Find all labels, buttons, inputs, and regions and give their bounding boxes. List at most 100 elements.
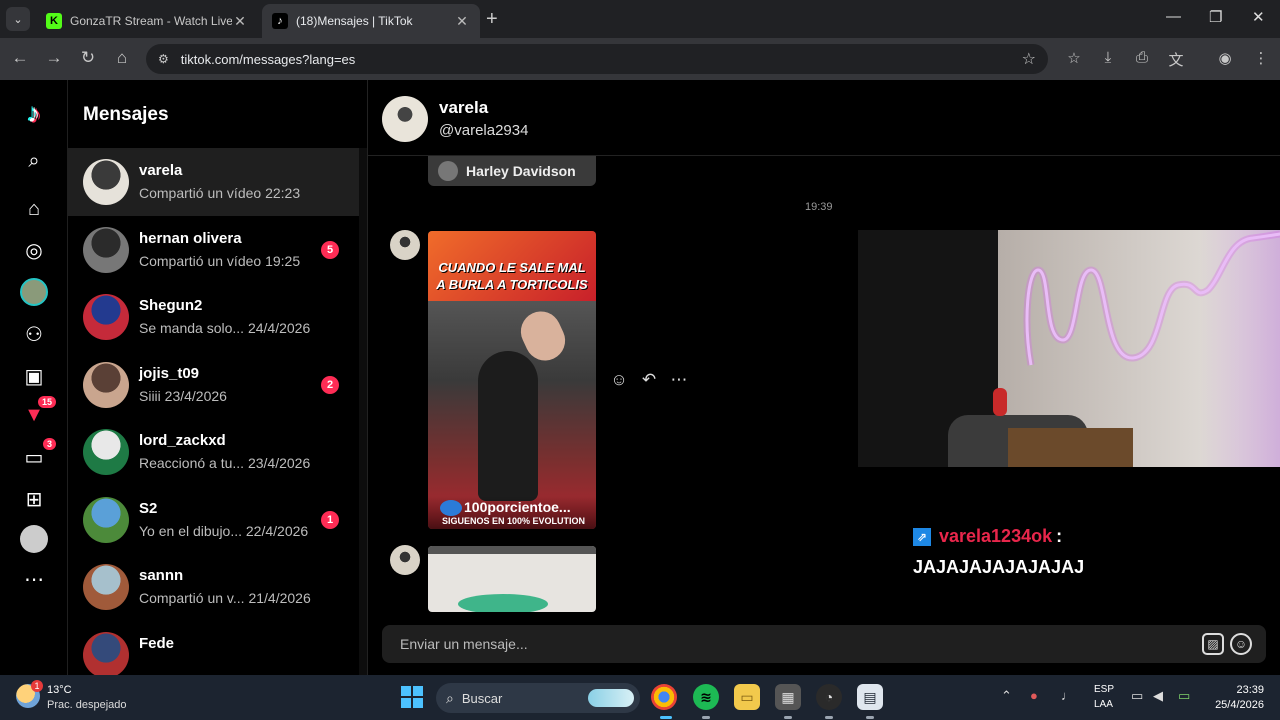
kick-badge-icon: ⇗ [913, 527, 931, 546]
weather-temperature[interactable]: 13°C [47, 684, 72, 696]
following-avatar-icon[interactable] [20, 278, 48, 306]
channel-logo-icon [440, 500, 462, 516]
tab-close-icon[interactable]: ✕ [454, 13, 470, 30]
address-bar[interactable]: ⚙ tiktok.com/messages?lang=es ☆ [146, 44, 1048, 74]
minimize-icon[interactable]: — [1166, 8, 1181, 25]
search-icon[interactable]: ⌕ [20, 147, 48, 175]
conversation-item[interactable]: Fede [68, 621, 359, 675]
messages-icon[interactable]: ▭ 3 [20, 438, 56, 471]
conversation-item[interactable]: lord_zackxd Reaccionó a tu... 23/4/2026 [68, 418, 359, 486]
live-tv-icon[interactable]: ▣ [20, 362, 48, 390]
windows-taskbar: 1 13°C Prac. despejado ⌕ Buscar ≋ ▭ ▦ ◔ … [0, 675, 1280, 720]
messages-badge: 3 [42, 438, 56, 450]
bookmark-star-icon[interactable]: ☆ [1022, 49, 1036, 69]
input-language[interactable]: ESP [1094, 684, 1114, 695]
running-app-indicator [702, 716, 710, 719]
profile-avatar[interactable] [20, 525, 48, 553]
message-input[interactable]: Enviar un mensaje... [400, 636, 1202, 652]
avatar[interactable] [382, 96, 428, 142]
conversation-item[interactable]: Shegun2 Se manda solo... 24/4/2026 [68, 283, 359, 351]
volume-icon[interactable]: ◀ [1153, 688, 1163, 704]
emoji-icon[interactable]: ☺ [1230, 633, 1252, 655]
avatar [83, 496, 129, 543]
file-explorer-icon[interactable]: ▭ [734, 684, 760, 710]
conversation-item[interactable]: sannn Compartió un v... 21/4/2026 [68, 553, 359, 621]
new-tab-button[interactable]: + [486, 8, 498, 31]
react-emoji-icon[interactable]: ☺ [610, 370, 628, 390]
clock-time[interactable]: 23:39 [1210, 684, 1264, 696]
avatar[interactable] [390, 230, 420, 260]
site-info-icon[interactable]: ⚙ [158, 52, 169, 66]
start-button[interactable] [401, 686, 423, 708]
message-composer[interactable]: Enviar un mensaje... ▨ ☺ [382, 625, 1266, 663]
stream-webcam-overlay [858, 230, 1280, 467]
avatar[interactable] [390, 545, 420, 575]
url-text[interactable]: tiktok.com/messages?lang=es [181, 52, 1022, 67]
more-options-icon[interactable]: ⋯ [670, 370, 688, 390]
shared-video-card[interactable] [428, 546, 596, 612]
reply-icon[interactable]: ↶ [640, 370, 658, 390]
bookmarks-icon[interactable]: ☆ [1063, 49, 1085, 67]
stream-chat-separator: : [1056, 526, 1063, 546]
restore-icon[interactable]: ❐ [1209, 8, 1222, 26]
windows-logo-icon [413, 698, 423, 708]
shared-video-author: Harley Davidson [466, 163, 576, 179]
close-window-icon[interactable]: ✕ [1252, 8, 1265, 26]
app-window-icon[interactable]: ▤ [857, 684, 883, 710]
weather-description[interactable]: Prac. despejado [47, 699, 127, 711]
upload-icon[interactable]: ⊞ [20, 485, 48, 513]
search-icon: ⌕ [446, 689, 454, 706]
conversation-item[interactable]: S2 Yo en el dibujo... 22/4/2026 1 [68, 486, 359, 554]
unread-badge: 2 [321, 375, 339, 394]
scrollbar[interactable] [359, 148, 367, 675]
network-icon[interactable]: ▭ [1131, 688, 1143, 704]
translate-icon[interactable]: 文 [1165, 49, 1187, 70]
reload-icon[interactable]: ↻ [77, 48, 99, 68]
microphone-icon[interactable]: ♩ [1061, 688, 1074, 703]
chrome-icon[interactable] [651, 684, 677, 710]
tab-close-icon[interactable]: ✕ [232, 13, 248, 30]
back-icon[interactable]: ← [9, 48, 31, 68]
browser-tab-strip: ⌄ K GonzaTR Stream - Watch Live o ✕ ♪ (1… [0, 0, 1280, 38]
home-icon[interactable]: ⌂ [111, 48, 133, 68]
tab-search-menu-button[interactable]: ⌄ [6, 7, 30, 31]
app-icon[interactable]: ▦ [775, 684, 801, 710]
shared-video-card[interactable]: Harley Davidson [428, 156, 596, 186]
tray-app-icon[interactable]: ● [1030, 688, 1038, 703]
conversation-name: varela [139, 162, 183, 179]
battery-icon[interactable]: ▭ [1178, 688, 1190, 704]
search-highlight-art [588, 689, 634, 707]
forward-icon[interactable]: → [43, 48, 65, 68]
conversation-item[interactable]: hernan olivera Compartió un vídeo 19:25 5 [68, 216, 359, 284]
clock-date[interactable]: 25/4/2026 [1200, 699, 1264, 711]
chat-contact-name[interactable]: varela [439, 98, 488, 118]
taskbar-search[interactable]: ⌕ Buscar [436, 683, 640, 713]
spotify-icon[interactable]: ≋ [693, 684, 719, 710]
image-upload-icon[interactable]: ▨ [1202, 633, 1224, 655]
obs-icon[interactable]: ◔ [816, 684, 842, 710]
conversation-item[interactable]: varela Compartió un vídeo 22:23 [68, 148, 359, 216]
more-icon[interactable]: ⋯ [20, 565, 48, 593]
home-icon[interactable]: ⌂ [20, 195, 48, 223]
more-menu-icon[interactable]: ⋮ [1250, 49, 1272, 67]
input-layout[interactable]: LAA [1094, 699, 1113, 710]
conversation-preview: Siiii 23/4/2026 [139, 387, 227, 404]
print-icon[interactable]: ⎙ [1131, 49, 1153, 66]
activity-icon[interactable]: ▼ 15 [20, 396, 56, 429]
conversation-name: hernan olivera [139, 229, 242, 247]
running-app-indicator [784, 716, 792, 719]
tiktok-logo-icon[interactable]: ♪ [20, 98, 48, 128]
profile-avatar[interactable]: ◉ [1214, 49, 1236, 67]
conversation-name: jojis_t09 [139, 364, 200, 382]
conversation-item[interactable]: jojis_t09 Siiii 23/4/2026 2 [68, 351, 359, 419]
stream-chat-overlay: ⇗ varela1234ok : JAJAJAJAJAJAJAJ [913, 526, 1084, 578]
tray-chevron-icon[interactable]: ⌃ [1001, 688, 1012, 704]
download-icon[interactable]: ⤓ [1097, 49, 1119, 66]
tab-gonzatr-stream[interactable]: K GonzaTR Stream - Watch Live o ✕ [36, 4, 258, 38]
tab-tiktok-messages[interactable]: ♪ (18)Mensajes | TikTok ✕ [262, 4, 480, 38]
friends-icon[interactable]: ⚇ [20, 320, 48, 348]
shared-video-card[interactable]: CUANDO LE SALE MAL A BURLA A TORTICOLIS … [428, 231, 596, 529]
explore-compass-icon[interactable]: ◎ [20, 236, 48, 264]
chat-contact-handle[interactable]: @varela2934 [439, 122, 528, 139]
tiktok-nav-rail: ♪ ⌕ ⌂ ◎ ⚇ ▣ ▼ 15 ▭ 3 ⊞ ⋯ [0, 80, 68, 675]
